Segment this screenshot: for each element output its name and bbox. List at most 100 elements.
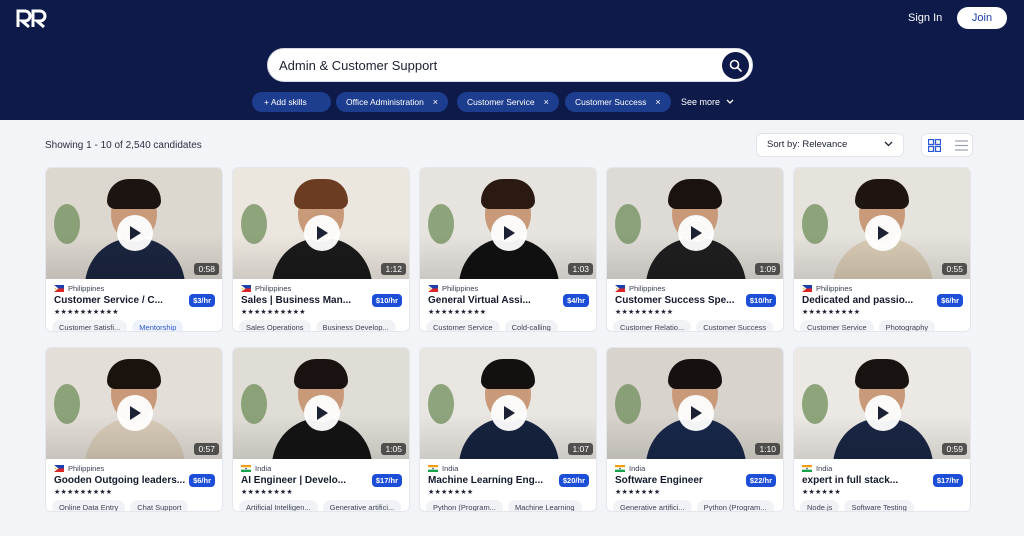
logo-icon[interactable] [16, 9, 50, 29]
top-header: Sign In Join + Add skills Office Adminis… [0, 0, 1024, 120]
grid-view-icon[interactable] [928, 139, 941, 152]
skill-tag[interactable]: Customer Service [800, 320, 874, 331]
add-skills-button[interactable]: + Add skills [252, 92, 331, 112]
star-rating: ★★★★★★★★★★ [241, 309, 306, 316]
video-thumbnail[interactable]: 1:05 [233, 348, 409, 459]
skill-tag[interactable]: Photography [878, 320, 936, 331]
candidate-title[interactable]: General Virtual Assi... [428, 295, 560, 306]
candidate-card[interactable]: 1:03 Philippines General Virtual Assi...… [419, 167, 597, 332]
video-thumbnail[interactable]: 1:12 [233, 168, 409, 279]
video-thumbnail[interactable]: 1:09 [607, 168, 783, 279]
play-button[interactable] [865, 395, 901, 431]
video-thumbnail[interactable]: 0:57 [46, 348, 222, 459]
candidate-card[interactable]: 0:55 Philippines Dedicated and passio...… [793, 167, 971, 332]
video-duration: 1:05 [381, 443, 406, 455]
sign-in-link[interactable]: Sign In [908, 12, 942, 24]
play-icon [504, 406, 515, 420]
skill-tag[interactable]: Cold-calling [504, 320, 558, 331]
candidate-card[interactable]: 1:09 Philippines Customer Success Spe...… [606, 167, 784, 332]
play-icon [130, 406, 141, 420]
candidate-card[interactable]: 0:57 Philippines Gooden Outgoing leaders… [45, 347, 223, 512]
candidate-title[interactable]: Dedicated and passio... [802, 295, 934, 306]
skill-tag[interactable]: Customer Service [426, 320, 500, 331]
hourly-rate-badge: $10/hr [745, 294, 776, 307]
skill-tag[interactable]: Chat Support [130, 500, 189, 511]
skill-tag[interactable]: Software Testing [844, 500, 914, 511]
skill-tag[interactable]: Artificial Intelligen... [239, 500, 318, 511]
play-icon [691, 226, 702, 240]
play-button[interactable] [304, 395, 340, 431]
candidate-title[interactable]: expert in full stack... [802, 475, 934, 486]
star-rating: ★★★★★★ [802, 489, 841, 496]
country-label: Philippines [442, 284, 479, 293]
play-button[interactable] [678, 395, 714, 431]
play-button[interactable] [491, 395, 527, 431]
hourly-rate-badge: $4/hr [563, 294, 589, 307]
play-button[interactable] [678, 215, 714, 251]
chip-label: Customer Service [467, 97, 535, 107]
skill-tag[interactable]: Online Data Entry [52, 500, 126, 511]
skill-tag[interactable]: Customer Satisfi... [52, 320, 128, 331]
skill-tag[interactable]: Customer Success [696, 320, 774, 331]
skill-tag[interactable]: Python (Program... [426, 500, 503, 511]
video-thumbnail[interactable]: 0:58 [46, 168, 222, 279]
candidate-country: India [428, 464, 458, 473]
candidate-title[interactable]: Machine Learning Eng... [428, 475, 560, 486]
view-toggle [921, 133, 973, 157]
hourly-rate-badge: $22/hr [745, 474, 776, 487]
play-button[interactable] [865, 215, 901, 251]
skill-tag[interactable]: Mentorship [132, 320, 184, 331]
candidate-card[interactable]: 0:58 Philippines Customer Service / C...… [45, 167, 223, 332]
video-thumbnail[interactable]: 0:55 [794, 168, 970, 279]
close-icon[interactable]: × [433, 97, 438, 107]
philippines-flag-icon [428, 285, 438, 292]
candidate-card[interactable]: 1:10 India Software Engineer $22/hr ★★★★… [606, 347, 784, 512]
skill-tag[interactable]: Node.js [800, 500, 840, 511]
play-button[interactable] [491, 215, 527, 251]
candidate-card[interactable]: 1:07 India Machine Learning Eng... $20/h… [419, 347, 597, 512]
skill-tag[interactable]: Generative artifici... [322, 500, 402, 511]
search-icon [729, 59, 742, 72]
candidate-title[interactable]: Customer Service / C... [54, 295, 186, 306]
list-view-icon[interactable] [955, 139, 968, 152]
hourly-rate-badge: $6/hr [937, 294, 963, 307]
skill-tag[interactable]: Python (Program... [696, 500, 774, 511]
play-button[interactable] [117, 395, 153, 431]
hourly-rate-badge: $3/hr [189, 294, 215, 307]
skill-tag[interactable]: Generative artifici... [613, 500, 692, 511]
skill-tag[interactable]: Business Develop... [315, 320, 396, 331]
video-thumbnail[interactable]: 1:07 [420, 348, 596, 459]
sort-dropdown[interactable]: Sort by: Relevance [756, 133, 904, 157]
play-button[interactable] [304, 215, 340, 251]
video-thumbnail[interactable]: 1:10 [607, 348, 783, 459]
candidate-title[interactable]: AI Engineer | Develo... [241, 475, 373, 486]
skill-tag[interactable]: Machine Learning [507, 500, 582, 511]
candidate-card[interactable]: 1:12 Philippines Sales | Business Man...… [232, 167, 410, 332]
video-thumbnail[interactable]: 0:59 [794, 348, 970, 459]
video-thumbnail[interactable]: 1:03 [420, 168, 596, 279]
skill-tags: Customer Service Cold-calling [426, 320, 558, 331]
hourly-rate-badge: $17/hr [371, 474, 402, 487]
skill-tag[interactable]: Sales Operations [239, 320, 311, 331]
see-more-button[interactable]: See more [681, 97, 734, 107]
join-button[interactable]: Join [957, 7, 1007, 29]
video-duration: 1:07 [568, 443, 593, 455]
country-label: Philippines [816, 284, 853, 293]
search-button[interactable] [722, 52, 749, 79]
candidate-card[interactable]: 0:59 India expert in full stack... $17/h… [793, 347, 971, 512]
candidate-title[interactable]: Gooden Outgoing leaders... [54, 475, 186, 486]
video-duration: 0:59 [942, 443, 967, 455]
skill-tag[interactable]: Customer Relatio... [613, 320, 692, 331]
candidate-title[interactable]: Sales | Business Man... [241, 295, 373, 306]
sort-label: Sort by: Relevance [767, 139, 848, 150]
india-flag-icon [802, 465, 812, 472]
search-input[interactable] [279, 49, 699, 81]
candidate-title[interactable]: Customer Success Spe... [615, 295, 747, 306]
play-button[interactable] [117, 215, 153, 251]
star-rating: ★★★★★★★★★★ [54, 309, 119, 316]
country-label: India [442, 464, 459, 473]
close-icon[interactable]: × [655, 97, 660, 107]
close-icon[interactable]: × [544, 97, 549, 107]
candidate-title[interactable]: Software Engineer [615, 475, 747, 486]
candidate-card[interactable]: 1:05 India AI Engineer | Develo... $17/h… [232, 347, 410, 512]
